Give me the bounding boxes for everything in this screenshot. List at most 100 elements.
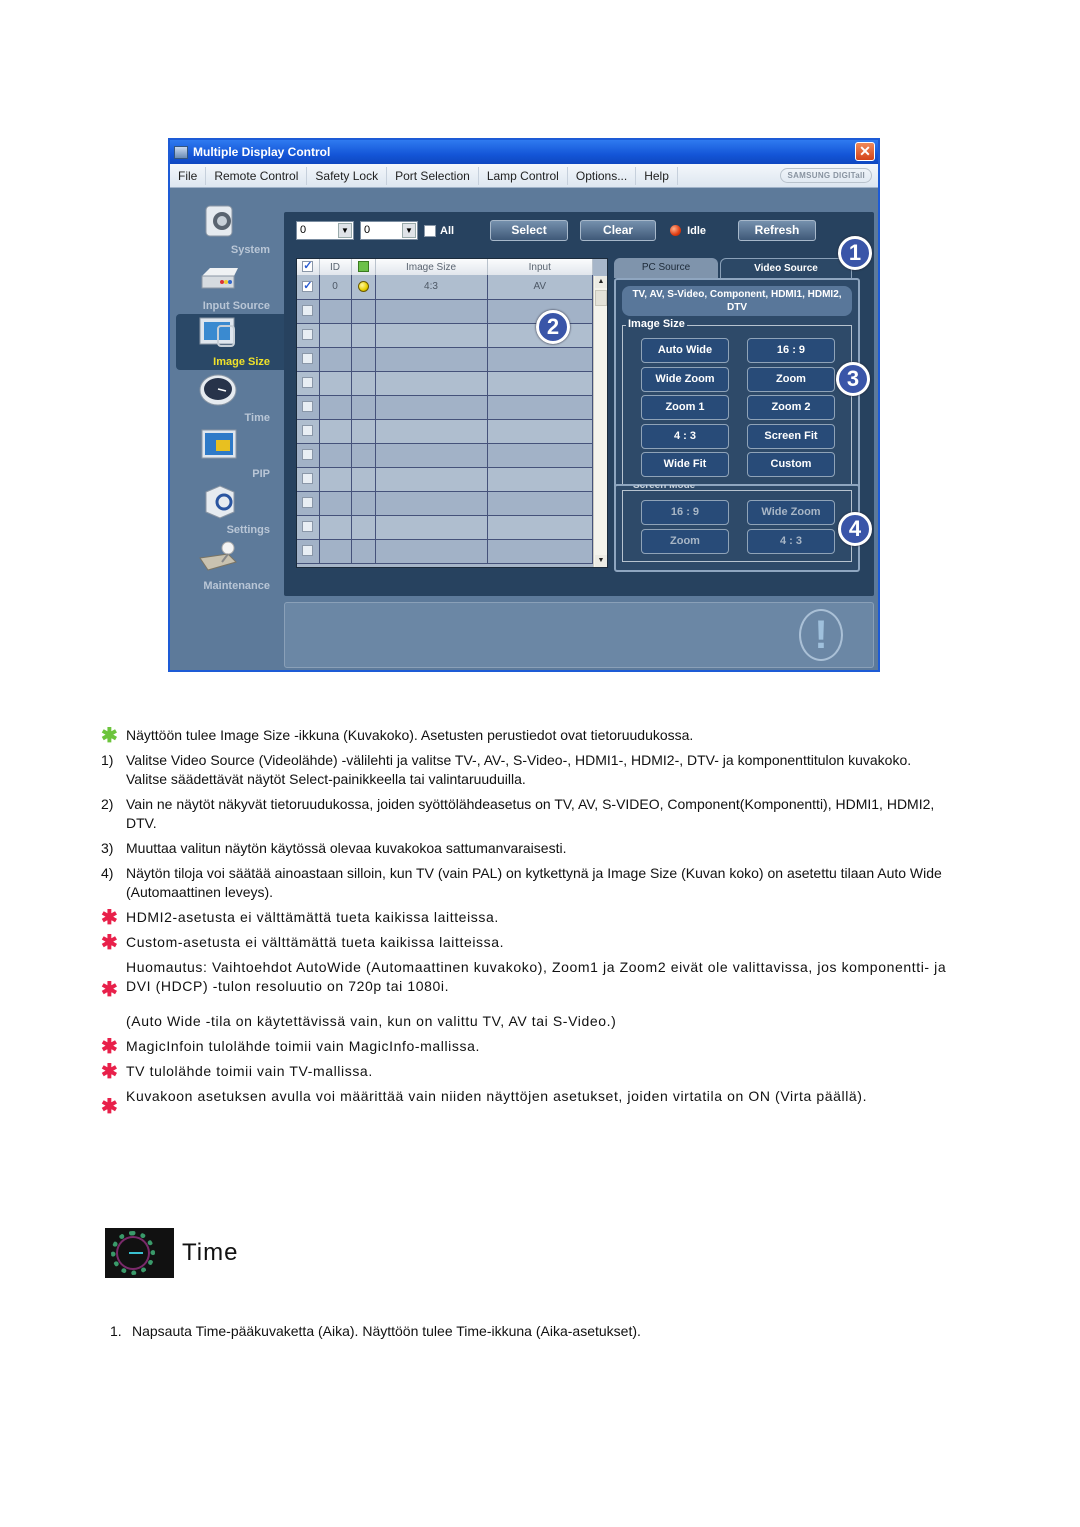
pip-icon <box>201 429 237 459</box>
refresh-button[interactable]: Refresh <box>738 220 817 241</box>
menu-options[interactable]: Options... <box>568 166 637 185</box>
auto-wide-button[interactable]: Auto Wide <box>641 338 729 363</box>
cell-image-size <box>375 323 488 348</box>
main-panel: 0▼ 0▼ All Select Clear Idle Refresh ID I… <box>284 212 874 596</box>
screen-wide-zoom-button[interactable]: Wide Zoom <box>747 500 835 525</box>
table-row[interactable] <box>297 395 593 420</box>
row-checkbox[interactable] <box>302 401 314 413</box>
instructions: ✱ Näyttöön tulee Image Size -ikkuna (Kuv… <box>101 725 961 1117</box>
clock-icon <box>199 374 237 406</box>
header-image-size[interactable]: Image Size <box>375 259 488 275</box>
note-tv: ✱ TV tulolähde toimii vain TV-mallissa. <box>101 1061 373 1083</box>
checkbox[interactable] <box>424 224 436 237</box>
asterisk-icon: ✱ <box>101 1061 119 1083</box>
row-checkbox[interactable] <box>302 449 314 461</box>
scroll-down-icon[interactable]: ▼ <box>595 555 607 567</box>
custom-button[interactable]: Custom <box>747 452 835 477</box>
time-step-1: 1. Napsauta Time-pääkuvaketta (Aika). Näy… <box>110 1323 641 1339</box>
screen-16-9-button[interactable]: 16 : 9 <box>641 500 729 525</box>
sidebar-item-pip[interactable]: PIP <box>176 426 284 482</box>
all-checkbox[interactable]: All <box>424 224 454 237</box>
note-custom: ✱ Custom-asetusta ei välttämättä tueta k… <box>101 932 505 954</box>
id-end-dropdown[interactable]: 0 ▼ <box>360 221 418 240</box>
row-checkbox[interactable] <box>302 473 314 485</box>
cell-image-size <box>375 491 488 516</box>
asterisk-icon: ✱ <box>101 725 118 747</box>
menu-help[interactable]: Help <box>636 166 678 185</box>
menu-file[interactable]: File <box>170 166 207 185</box>
table-row[interactable] <box>297 347 593 372</box>
screen-mode-group: Screen Mode 16 : 9 Wide Zoom Zoom 4 : 3 <box>622 485 852 562</box>
table-row[interactable] <box>297 491 593 516</box>
row-checkbox[interactable] <box>302 377 314 389</box>
scroll-thumb[interactable] <box>595 290 607 306</box>
maintenance-icon <box>199 541 237 571</box>
chevron-down-icon: ▼ <box>338 223 352 238</box>
grid-scrollbar[interactable]: ▲ ▼ <box>593 276 607 567</box>
app-icon <box>174 145 188 159</box>
close-button[interactable]: ✕ <box>855 142 875 161</box>
table-row[interactable] <box>297 515 593 540</box>
cell-input <box>487 395 593 420</box>
row-checkbox[interactable] <box>302 305 314 317</box>
cell-input <box>487 419 593 444</box>
id-start-dropdown[interactable]: 0 ▼ <box>296 221 354 240</box>
table-row[interactable] <box>297 539 593 564</box>
zoom-button[interactable]: Zoom <box>747 367 835 392</box>
table-row[interactable]: 0 4:3AV <box>297 275 593 300</box>
sidebar-item-image-size[interactable]: Image Size <box>176 314 284 370</box>
row-checkbox[interactable] <box>302 425 314 437</box>
tab-video-source[interactable]: Video Source <box>720 258 852 278</box>
menu-remote-control[interactable]: Remote Control <box>206 166 308 185</box>
cell-input: AV <box>487 275 593 300</box>
menu-lamp-control[interactable]: Lamp Control <box>479 166 568 185</box>
intro-note: ✱ Näyttöön tulee Image Size -ikkuna (Kuv… <box>101 725 694 747</box>
screen-mode-legend: Screen Mode <box>633 485 696 491</box>
cell-id <box>319 539 352 564</box>
row-checkbox[interactable] <box>302 353 314 365</box>
table-row[interactable] <box>297 443 593 468</box>
row-checkbox[interactable] <box>302 545 314 557</box>
table-row[interactable] <box>297 467 593 492</box>
select-button[interactable]: Select <box>490 220 569 241</box>
tab-pc-source[interactable]: PC Source <box>614 258 718 278</box>
app-window-screenshot: Multiple Display Control ✕ File Remote C… <box>168 138 880 672</box>
menu-port-selection[interactable]: Port Selection <box>387 166 479 185</box>
header-id[interactable]: ID <box>319 259 352 275</box>
cell-image-size <box>375 347 488 372</box>
header-input[interactable]: Input <box>487 259 593 275</box>
cell-id <box>319 467 352 492</box>
16-9-button[interactable]: 16 : 9 <box>747 338 835 363</box>
select-all-checkbox[interactable] <box>302 259 314 273</box>
row-checkbox[interactable] <box>302 497 314 509</box>
cell-id <box>319 395 352 420</box>
scroll-up-icon[interactable]: ▲ <box>595 276 607 288</box>
clear-button[interactable]: Clear <box>580 220 657 241</box>
cell-id: 0 <box>319 275 352 300</box>
zoom-1-button[interactable]: Zoom 1 <box>641 395 729 420</box>
note-autowide: ✱ Huomautus: Vaihtoehdot AutoWide (Autom… <box>101 959 947 1029</box>
screen-fit-button[interactable]: Screen Fit <box>747 424 835 449</box>
4-3-button[interactable]: 4 : 3 <box>641 424 729 449</box>
row-checkbox[interactable] <box>302 329 314 341</box>
power-icon <box>357 261 369 273</box>
screen-zoom-button[interactable]: Zoom <box>641 529 729 554</box>
sidebar-item-system[interactable]: System <box>176 202 284 258</box>
menu-safety-lock[interactable]: Safety Lock <box>307 166 388 185</box>
row-checkbox[interactable] <box>302 521 314 533</box>
zoom-2-button[interactable]: Zoom 2 <box>747 395 835 420</box>
sidebar-item-time[interactable]: Time <box>176 370 284 426</box>
step-1: 1) Valitse Video Source (Videolähde) -vä… <box>101 752 912 787</box>
sidebar-item-input-source[interactable]: Input Source <box>176 258 284 314</box>
screen-4-3-button[interactable]: 4 : 3 <box>747 529 835 554</box>
sidebar-item-maintenance[interactable]: Maintenance <box>176 538 284 594</box>
table-row[interactable] <box>297 371 593 396</box>
callout-2: 2 <box>536 310 570 344</box>
wide-fit-button[interactable]: Wide Fit <box>641 452 729 477</box>
step-2: 2) Vain ne näytöt näkyvät tietoruudukoss… <box>101 796 935 831</box>
wide-zoom-button[interactable]: Wide Zoom <box>641 367 729 392</box>
sidebar-item-settings[interactable]: Settings <box>176 482 284 538</box>
callout-1: 1 <box>838 236 872 270</box>
table-row[interactable] <box>297 419 593 444</box>
row-checkbox[interactable] <box>302 279 314 293</box>
